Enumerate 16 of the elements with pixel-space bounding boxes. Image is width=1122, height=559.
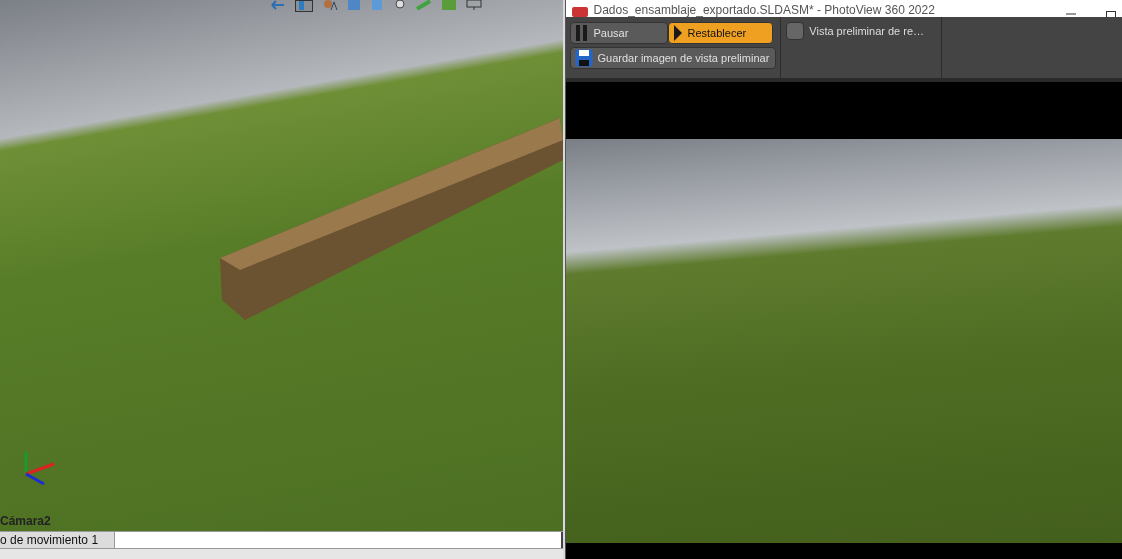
app-icon bbox=[571, 7, 588, 17]
checkbox-label: Vista preliminar de re… bbox=[809, 24, 925, 39]
window-title: Dados_ensamblaje_exportado.SLDASM* - PhotoView 360 2022 bbox=[593, 4, 936, 17]
play-icon bbox=[672, 24, 683, 42]
save-preview-button[interactable]: Guardar imagen de vista preliminar bbox=[569, 47, 777, 69]
viewport-label: Cámara2 bbox=[0, 514, 51, 528]
monitor-icon[interactable] bbox=[466, 0, 482, 10]
checkbox[interactable] bbox=[786, 22, 805, 40]
arrow-icon[interactable] bbox=[270, 0, 286, 10]
maximize-icon[interactable] bbox=[1106, 11, 1116, 17]
pause-icon bbox=[574, 24, 589, 42]
minimize-icon[interactable] bbox=[1066, 13, 1076, 17]
motion-study-tab[interactable]: o de movimiento 1 bbox=[0, 532, 116, 548]
pause-button[interactable]: Pausar bbox=[569, 22, 668, 44]
save-icon bbox=[574, 49, 593, 67]
reset-button[interactable]: Restablecer bbox=[667, 22, 773, 44]
